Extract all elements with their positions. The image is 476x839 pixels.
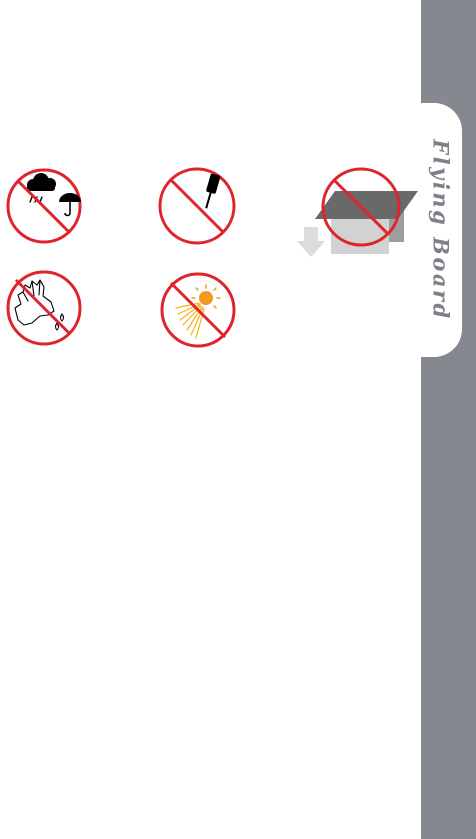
sidebar-title: Flying Board [428, 139, 454, 321]
no-rain-icon [6, 168, 82, 244]
no-sharp-tool-icon [158, 167, 236, 245]
no-sunlight-icon [160, 272, 236, 348]
no-wet-hands-icon [6, 270, 82, 346]
no-drop-icon [297, 167, 418, 257]
